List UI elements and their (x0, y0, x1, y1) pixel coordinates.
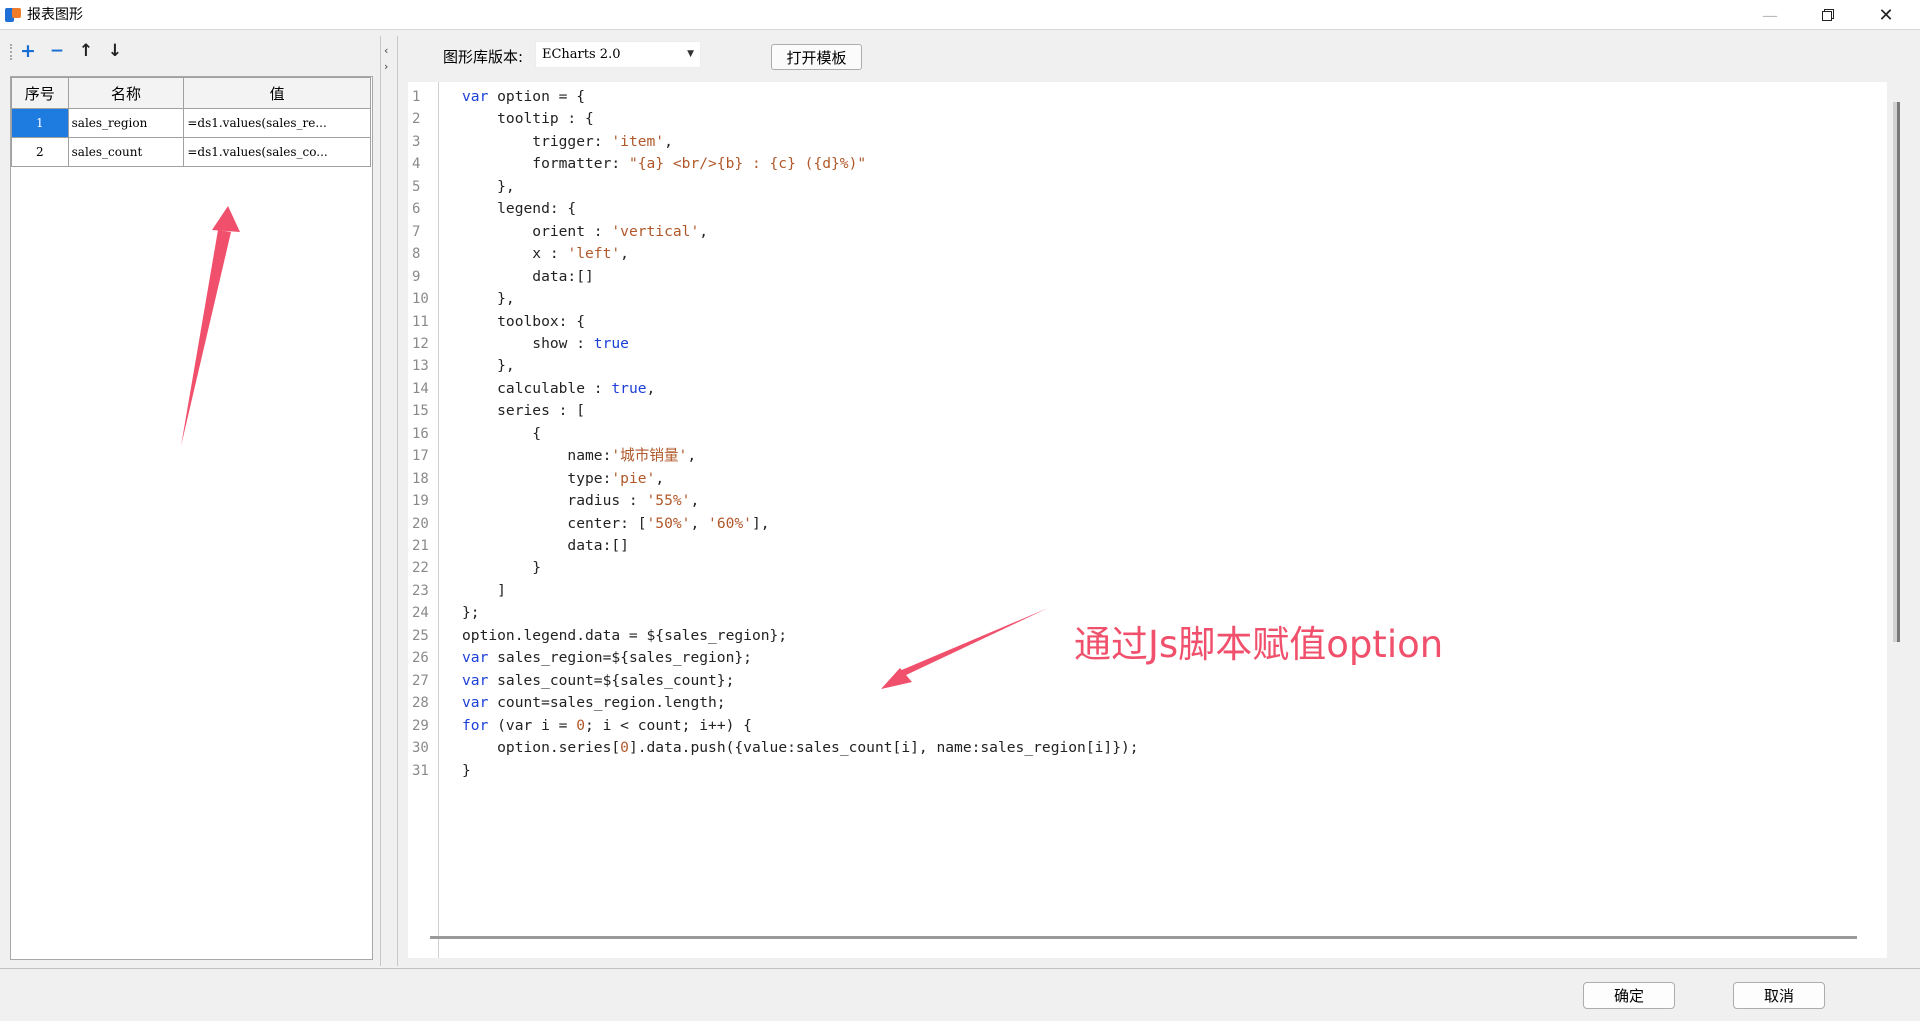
code-line[interactable]: calculable : true, (462, 378, 655, 400)
minimize-button[interactable]: — (1748, 0, 1792, 30)
cell-index[interactable]: 2 (11, 137, 69, 167)
code-line[interactable]: option.series[0].data.push({value:sales_… (462, 737, 1138, 759)
code-line[interactable]: show : true (462, 333, 629, 355)
param-table: 序号 名称 值 1 sales_region =ds1.values(sales… (11, 77, 371, 167)
chart-lib-selected: ECharts 2.0 (542, 47, 621, 62)
dropdown-caret-icon: ▼ (687, 49, 694, 59)
code-editor[interactable]: 1 2 3 4 5 6 7 8 9 10 11 12 13 14 15 16 17 18 19 20 21 22 23 24 2… (408, 82, 1887, 958)
annotation-text: 通过Js脚本赋值option (1074, 623, 1444, 666)
editor-vertical-scrollbar-thumb[interactable] (1897, 102, 1900, 642)
restore-button[interactable] (1806, 0, 1850, 30)
code-line[interactable]: var sales_count=${sales_count}; (462, 670, 734, 692)
open-template-button[interactable]: 打开模板 (771, 44, 862, 70)
close-button[interactable]: ✕ (1864, 0, 1908, 30)
table-row[interactable]: 1 sales_region =ds1.values(sales_re... (11, 108, 371, 138)
arrow-up-icon: ↑ (78, 41, 94, 61)
arrow-down-icon: ↓ (107, 41, 123, 61)
minus-icon: − (49, 41, 65, 61)
move-down-button[interactable]: ↓ (104, 40, 126, 62)
code-line[interactable]: var option = { (462, 86, 585, 108)
editor-horizontal-scrollbar[interactable] (430, 936, 1857, 939)
code-line[interactable]: formatter: "{a} <br/>{b} : {c} ({d}%)" (462, 153, 866, 175)
window-title: 报表图形 (27, 7, 83, 23)
code-line[interactable]: data:[] (462, 266, 594, 288)
column-header-value[interactable]: 值 (183, 77, 371, 109)
minimize-icon: — (1762, 5, 1778, 25)
code-line[interactable]: var sales_region=${sales_region}; (462, 647, 752, 669)
title-bar: 报表图形 — ✕ (0, 0, 1920, 30)
restore-icon (1822, 9, 1834, 21)
code-content[interactable]: var option = { tooltip : { trigger: 'ite… (408, 82, 1887, 958)
cell-name[interactable]: sales_count (67, 137, 185, 167)
column-header-index[interactable]: 序号 (11, 77, 69, 109)
close-icon: ✕ (1878, 4, 1894, 26)
cell-index[interactable]: 1 (11, 108, 69, 138)
chart-lib-label: 图形库版本: (443, 48, 524, 66)
cell-value[interactable]: =ds1.values(sales_co... (183, 137, 371, 167)
code-line[interactable]: center: ['50%', '60%'], (462, 513, 769, 535)
add-param-button[interactable]: + (17, 40, 39, 62)
code-line[interactable]: legend: { (462, 198, 576, 220)
code-line[interactable]: name:'城市销量', (462, 445, 696, 467)
param-panel: 序号 名称 值 1 sales_region =ds1.values(sales… (10, 76, 373, 960)
cell-value[interactable]: =ds1.values(sales_re... (183, 108, 371, 138)
app-logo-icon (5, 8, 21, 22)
panel-splitter[interactable]: ‹ › (380, 36, 398, 966)
code-line[interactable]: orient : 'vertical', (462, 221, 708, 243)
code-line[interactable]: x : 'left', (462, 243, 629, 265)
code-line[interactable]: series : [ (462, 400, 585, 422)
code-line[interactable]: trigger: 'item', (462, 131, 673, 153)
move-up-button[interactable]: ↑ (75, 40, 97, 62)
param-toolbar: + − ↑ ↓ (2, 36, 374, 67)
code-line[interactable]: toolbox: { (462, 311, 585, 333)
code-line[interactable]: { (462, 423, 541, 445)
code-line[interactable]: data:[] (462, 535, 629, 557)
code-line[interactable]: }, (462, 355, 515, 377)
collapse-left-icon[interactable]: ‹ (384, 44, 388, 57)
code-line[interactable]: var count=sales_region.length; (462, 692, 726, 714)
code-line[interactable]: option.legend.data = ${sales_region}; (462, 625, 787, 647)
code-line[interactable]: }, (462, 288, 515, 310)
script-area: 图形库版本: ECharts 2.0 ▼ 打开模板 1 2 3 4 5 6 7 8 9 10 11 1… (400, 32, 1916, 967)
toolbar-grip (10, 44, 13, 60)
ok-button[interactable]: 确定 (1583, 982, 1675, 1009)
table-header-row: 序号 名称 值 (11, 77, 371, 109)
expand-right-icon[interactable]: › (384, 60, 388, 73)
code-line[interactable]: type:'pie', (462, 468, 664, 490)
code-line[interactable]: radius : '55%', (462, 490, 699, 512)
remove-param-button[interactable]: − (46, 40, 68, 62)
code-line[interactable]: ] (462, 580, 506, 602)
cancel-button[interactable]: 取消 (1733, 982, 1825, 1009)
code-line[interactable]: }, (462, 176, 515, 198)
dialog-footer: 确定 取消 (0, 968, 1920, 1021)
table-row[interactable]: 2 sales_count =ds1.values(sales_co... (11, 137, 371, 167)
chart-lib-select[interactable]: ECharts 2.0 ▼ (535, 41, 701, 68)
code-line[interactable]: } (462, 557, 541, 579)
code-line[interactable]: for (var i = 0; i < count; i++) { (462, 715, 752, 737)
plus-icon: + (20, 40, 36, 62)
code-line[interactable]: }; (462, 602, 480, 624)
column-header-name[interactable]: 名称 (67, 77, 185, 109)
code-line[interactable]: } (462, 760, 471, 782)
code-line[interactable]: tooltip : { (462, 108, 594, 130)
cell-name[interactable]: sales_region (67, 108, 185, 138)
